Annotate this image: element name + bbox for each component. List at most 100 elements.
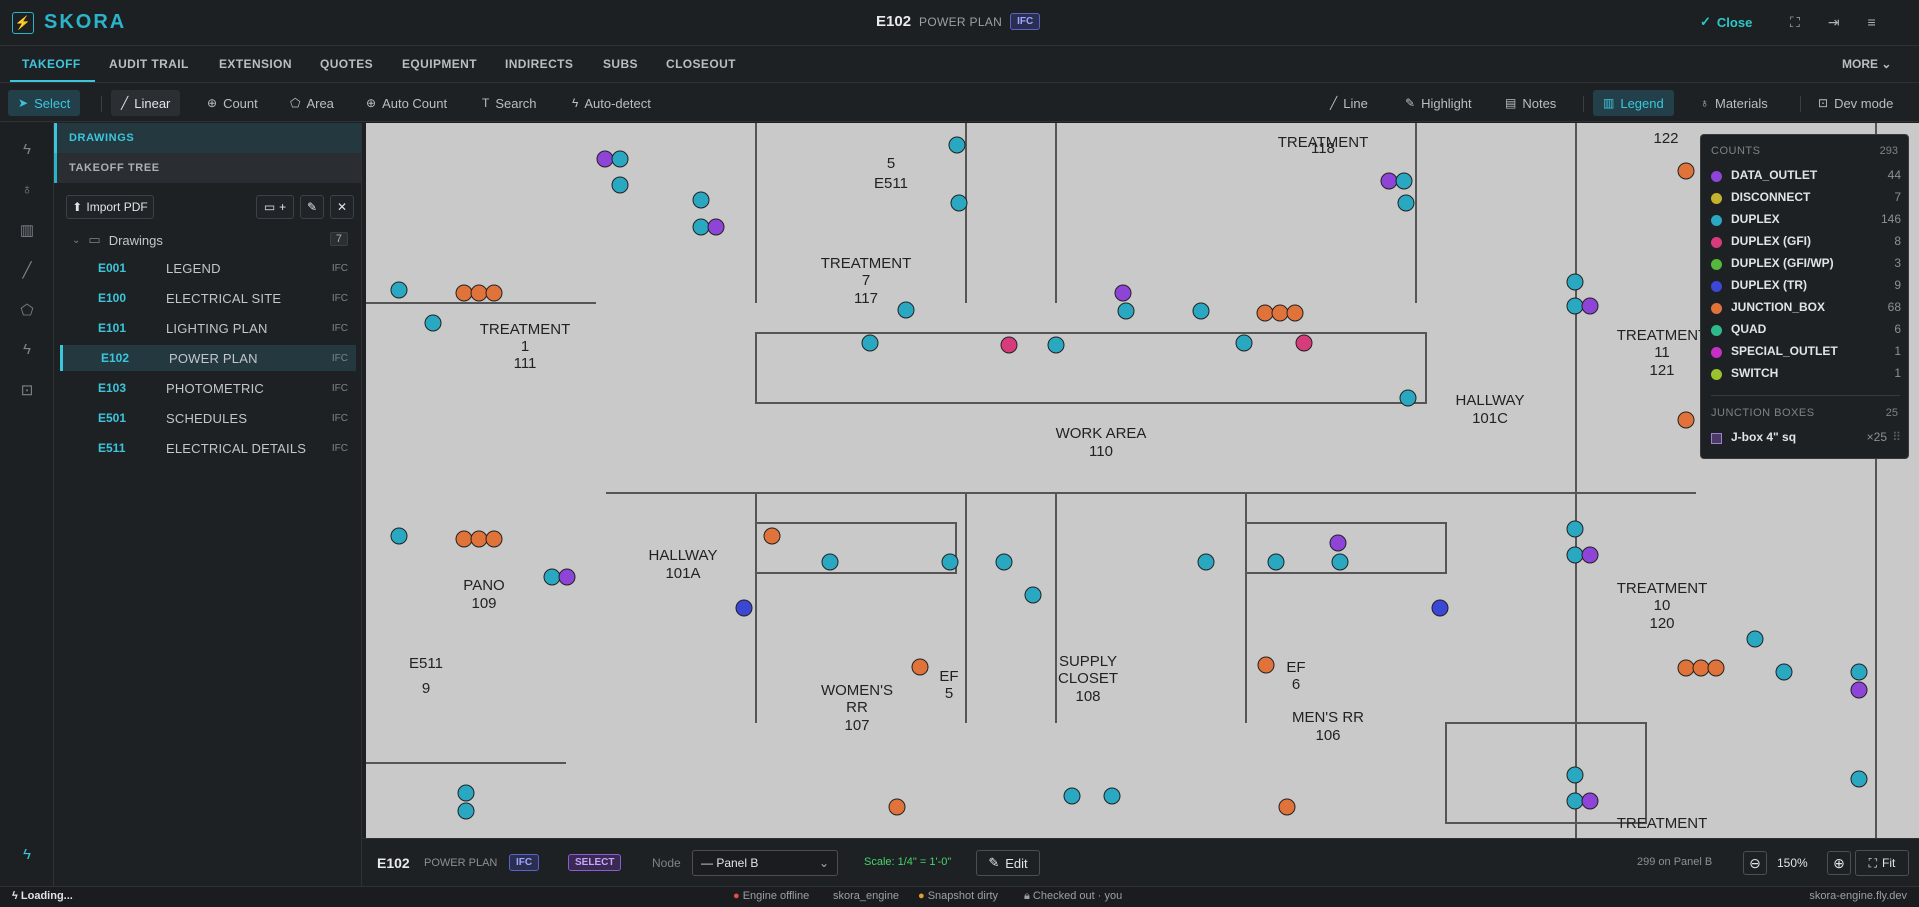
node-select[interactable]: — Panel B ⌄ <box>692 850 838 876</box>
tab-closeout[interactable]: CLOSEOUT <box>666 57 736 71</box>
zoom-in-button[interactable]: ⊕ <box>1827 851 1851 875</box>
calc-icon[interactable]: ⊡ <box>17 381 37 401</box>
room-label: TREATMENT <box>480 321 571 338</box>
bolt-icon[interactable]: ϟ <box>17 141 37 161</box>
ruler-icon[interactable]: ╱ <box>17 261 37 281</box>
sheet-status-badge: IFC <box>1010 13 1041 30</box>
chevron-down-icon: ⌄ <box>1881 57 1892 71</box>
room-number: 106 <box>1315 727 1340 744</box>
tab-equipment[interactable]: EQUIPMENT <box>402 57 477 71</box>
sheet-name: ELECTRICAL SITE <box>166 290 282 306</box>
polygon-icon: ⬠ <box>290 96 301 110</box>
room-sub: 7 <box>862 272 870 289</box>
sheet-row-e511[interactable]: E511 ELECTRICAL DETAILS IFC <box>60 435 356 461</box>
power-icon[interactable]: ϟ <box>17 341 37 361</box>
legend-item-junction-box[interactable]: JUNCTION_BOX 68 <box>1711 299 1901 317</box>
tool-highlight[interactable]: ✎ Highlight <box>1395 90 1482 116</box>
tool-legend[interactable]: ▥ Legend <box>1593 90 1674 116</box>
plus-circle-icon: ⊕ <box>366 96 377 110</box>
tool-materials[interactable]: ♁ Materials <box>1690 90 1778 116</box>
sheet-row-e102[interactable]: E102 POWER PLAN IFC <box>60 345 356 371</box>
tab-subs[interactable]: SUBS <box>603 57 638 71</box>
legend-swatch <box>1711 369 1722 380</box>
tab-extension[interactable]: EXTENSION <box>219 57 292 71</box>
bolt-active-icon[interactable]: ϟ <box>17 846 37 866</box>
takeoff-tree-header[interactable]: TAKEOFF TREE <box>54 153 361 183</box>
edit-scale-button[interactable]: ✎ Edit <box>976 850 1040 876</box>
sheet-row-e001[interactable]: E001 LEGEND IFC <box>60 255 356 281</box>
tool-auto-detect[interactable]: ϟ Auto-detect <box>562 90 661 116</box>
app-logo[interactable]: ⚡ SKORA <box>12 11 126 34</box>
tab-takeoff[interactable]: TAKEOFF <box>22 57 81 71</box>
new-folder-button[interactable]: ▭ + <box>256 195 294 219</box>
legend-item-quad[interactable]: QUAD 6 <box>1711 321 1901 339</box>
pencil-icon: ✎ <box>306 200 318 214</box>
cursor-icon: ➤ <box>18 96 29 110</box>
sheet-row-e103[interactable]: E103 PHOTOMETRIC IFC <box>60 375 356 401</box>
sheet-row-e101[interactable]: E101 LIGHTING PLAN IFC <box>60 315 356 341</box>
panel-icon[interactable]: ▥ <box>17 221 37 241</box>
logout-icon[interactable]: ⇥ <box>1828 14 1840 31</box>
import-pdf-button[interactable]: ⬆ Import PDF <box>66 195 154 219</box>
pen-icon: ✎ <box>1405 96 1416 110</box>
drawing-canvas[interactable]: TREATMENT 7 117 TREATMENT 1 111 WORK ARE… <box>366 123 1919 838</box>
legend-item-switch[interactable]: SWITCH 1 <box>1711 365 1901 383</box>
drawings-header[interactable]: DRAWINGS <box>54 123 361 153</box>
fullscreen-icon[interactable]: ⛶ <box>1790 14 1800 31</box>
footer-sheet-name: POWER PLAN <box>424 857 498 869</box>
tool-select[interactable]: ➤ Select <box>8 90 81 116</box>
close-button[interactable]: ✓ Close <box>1700 14 1752 30</box>
tool-search[interactable]: T Search <box>472 90 547 116</box>
legend-item-disconnect[interactable]: DISCONNECT 7 <box>1711 189 1901 207</box>
more-menu[interactable]: MORE ⌄ <box>1842 57 1891 71</box>
sheet-row-e100[interactable]: E100 ELECTRICAL SITE IFC <box>60 285 356 311</box>
tool-notes[interactable]: ▤ Notes <box>1495 90 1566 116</box>
tab-audit-trail[interactable]: AUDIT TRAIL <box>109 57 189 71</box>
counts-header: COUNTS <box>1711 145 1761 157</box>
tool-area[interactable]: ⬠ Area <box>280 90 344 116</box>
sheet-code: E511 <box>98 441 126 455</box>
edit-button[interactable]: ✎ <box>300 195 324 219</box>
sheet-row-e501[interactable]: E501 SCHEDULES IFC <box>60 405 356 431</box>
legend-item-jbox[interactable]: J-box 4" sq ×25 ⠿ <box>1711 429 1901 447</box>
zoom-level: 150% <box>1777 856 1808 870</box>
room-number: 108 <box>1075 688 1100 705</box>
fit-button[interactable]: ⛶ Fit <box>1855 850 1909 876</box>
legend-item-duplex[interactable]: DUPLEX 146 <box>1711 211 1901 229</box>
more-label: MORE <box>1842 57 1878 71</box>
legend-item-duplex-gfi-wp[interactable]: DUPLEX (GFI/WP) 3 <box>1711 255 1901 273</box>
shape-icon[interactable]: ⬠ <box>17 301 37 321</box>
tab-indirects[interactable]: INDIRECTS <box>505 57 573 71</box>
bulb-icon[interactable]: ♁ <box>17 181 37 201</box>
legend-swatch <box>1711 215 1722 226</box>
drag-handle-icon[interactable]: ⠿ <box>1892 430 1901 444</box>
tool-count[interactable]: ⊕ Count <box>197 90 268 116</box>
tab-quotes[interactable]: QUOTES <box>320 57 373 71</box>
room-label: HALLWAY <box>1456 392 1525 409</box>
fit-label: Fit <box>1882 856 1896 870</box>
pencil-icon: ✎ <box>988 855 1000 870</box>
tool-auto-count[interactable]: ⊕ Auto Count <box>356 90 457 116</box>
detail-ref-number: 5 <box>887 155 895 172</box>
tool-dev-mode[interactable]: ⊡ Dev mode <box>1808 90 1903 116</box>
legend-item-duplex-gfi[interactable]: DUPLEX (GFI) 8 <box>1711 233 1901 251</box>
room-sub: 11 <box>1654 344 1670 361</box>
sheet-code: E100 <box>98 291 127 305</box>
close-tree-button[interactable]: ✕ <box>330 195 354 219</box>
drawings-folder[interactable]: ⌄ ▭ Drawings 7 <box>72 229 358 251</box>
engine-status-text: Engine offline <box>742 890 810 902</box>
room-labels: TREATMENT 7 117 TREATMENT 1 111 WORK ARE… <box>409 130 1707 832</box>
main-tabs: TAKEOFF AUDIT TRAIL EXTENSION QUOTES EQU… <box>0 47 1919 83</box>
tool-line[interactable]: ╱ Line <box>1320 90 1378 116</box>
legend-item-special-outlet[interactable]: SPECIAL_OUTLET 1 <box>1711 343 1901 361</box>
divider <box>1583 96 1584 112</box>
tool-linear[interactable]: ╱ Linear <box>111 90 181 116</box>
detail-ref: E511 <box>409 655 443 672</box>
legend-item-duplex-tr[interactable]: DUPLEX (TR) 9 <box>1711 277 1901 295</box>
legend-item-data-outlet[interactable]: DATA_OUTLET 44 <box>1711 167 1901 185</box>
room-number: 111 <box>514 355 537 372</box>
scale-label: Scale: 1/4" = 1'-0" <box>864 856 952 868</box>
zoom-out-button[interactable]: ⊖ <box>1743 851 1767 875</box>
menu-icon[interactable]: ≡ <box>1868 14 1876 31</box>
bolt-icon: ϟ <box>12 890 18 902</box>
